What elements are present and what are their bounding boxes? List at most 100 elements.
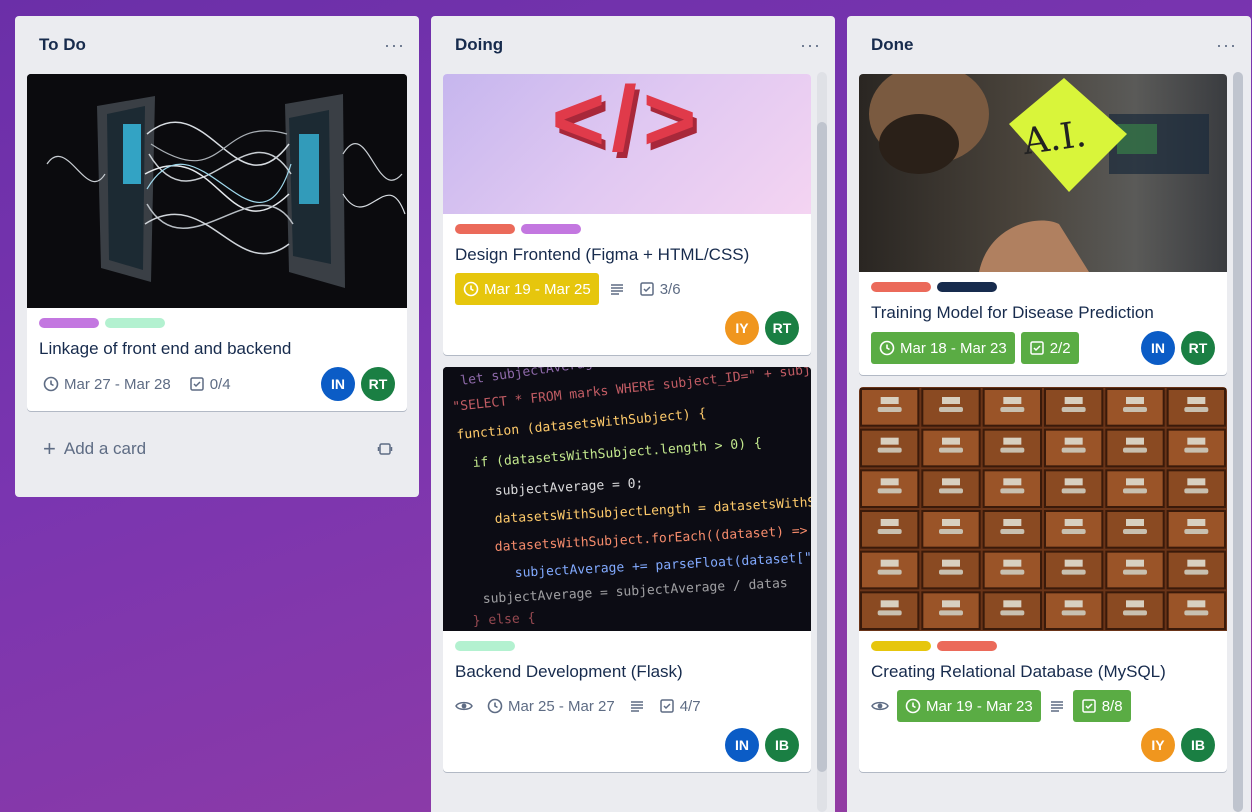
card-title: Backend Development (Flask): [455, 662, 683, 681]
card-members: IN IB: [725, 728, 799, 762]
due-date-text: Mar 27 - Mar 28: [64, 375, 171, 393]
list-doing: Doing ··· </> Design Frontend (Figma + H…: [431, 16, 835, 812]
due-date-badge[interactable]: Mar 19 - Mar 25: [455, 273, 599, 305]
card-members: IY IB: [1141, 728, 1215, 762]
checklist-badge: 2/2: [1020, 332, 1079, 364]
checklist-icon: [189, 377, 204, 391]
label-red[interactable]: [871, 282, 931, 292]
code-screen-image: let subjectAverage; "SELECT * FROM marks…: [443, 367, 811, 631]
checklist-badge: 8/8: [1072, 690, 1131, 722]
card-title: Linkage of front end and backend: [39, 339, 292, 358]
checklist-count: 0/4: [209, 375, 231, 393]
clock-icon: [487, 698, 503, 714]
add-card-button[interactable]: + Add a card: [15, 423, 419, 475]
card-members: IN RT: [321, 367, 395, 401]
checklist-icon: [659, 699, 674, 713]
due-date-text: Mar 19 - Mar 23: [926, 697, 1033, 715]
checklist-icon: [1029, 341, 1044, 355]
card-cover-image: let subjectAverage; "SELECT * FROM marks…: [443, 367, 811, 631]
card-linkage[interactable]: Linkage of front end and backend Mar 27 …: [27, 74, 407, 411]
due-date-badge[interactable]: Mar 27 - Mar 28: [39, 368, 175, 400]
card-title: Creating Relational Database (MySQL): [871, 662, 1166, 681]
cables-image: [27, 74, 407, 308]
list-title[interactable]: Done: [871, 35, 914, 55]
checklist-count: 8/8: [1101, 697, 1123, 715]
card-members: IY RT: [725, 311, 799, 345]
card-design[interactable]: </> Design Frontend (Figma + HTML/CSS) M…: [443, 74, 811, 355]
checklist-badge: 0/4: [185, 368, 235, 400]
card-labels: [455, 224, 799, 234]
list-menu-button[interactable]: ···: [1216, 35, 1237, 56]
list-title[interactable]: To Do: [39, 35, 86, 55]
card-title: Design Frontend (Figma + HTML/CSS): [455, 245, 750, 264]
avatar[interactable]: IN: [1141, 331, 1175, 365]
card-body: Backend Development (Flask) Mar 25 - Mar…: [443, 631, 811, 772]
list-title[interactable]: Doing: [455, 35, 503, 55]
label-purple[interactable]: [39, 318, 99, 328]
clock-icon: [43, 376, 59, 392]
card-body: Creating Relational Database (MySQL) Mar…: [859, 631, 1227, 772]
plus-icon: +: [43, 436, 56, 461]
due-date-badge[interactable]: Mar 25 - Mar 27: [483, 690, 619, 722]
label-red[interactable]: [937, 641, 997, 651]
card-training[interactable]: A.I. Training Model for Disease Predicti…: [859, 74, 1227, 375]
avatar[interactable]: IN: [321, 367, 355, 401]
list-todo: To Do ··· Linkage of front end and backe…: [15, 16, 419, 497]
label-red[interactable]: [455, 224, 515, 234]
card-members-row: IY IB: [871, 728, 1215, 762]
label-purple[interactable]: [521, 224, 581, 234]
card-container: Linkage of front end and backend Mar 27 …: [15, 74, 419, 411]
template-icon[interactable]: [377, 441, 393, 457]
eye-icon: [455, 701, 473, 711]
card-catalog-image: [860, 388, 1226, 630]
list-header: Done ···: [847, 16, 1251, 74]
card-cover-image: [859, 387, 1227, 631]
card-container: A.I. Training Model for Disease Predicti…: [847, 74, 1239, 772]
list-header: Doing ···: [431, 16, 835, 74]
list-done: Done ··· A.I. Training Model for Disease…: [847, 16, 1251, 812]
card-cover-image: [27, 74, 407, 308]
card-members: IN RT: [1141, 331, 1215, 365]
avatar[interactable]: RT: [1181, 331, 1215, 365]
description-icon: [630, 701, 643, 712]
list-header: To Do ···: [15, 16, 419, 74]
card-container: </> Design Frontend (Figma + HTML/CSS) M…: [431, 74, 823, 772]
due-date-badge[interactable]: Mar 18 - Mar 23: [871, 332, 1015, 364]
card-cover-image: </>: [443, 74, 811, 214]
due-date-badge[interactable]: Mar 19 - Mar 23: [897, 690, 1041, 722]
description-icon: [610, 284, 623, 295]
avatar[interactable]: IY: [1141, 728, 1175, 762]
checklist-icon: [639, 282, 654, 296]
card-body: Design Frontend (Figma + HTML/CSS) Mar 1…: [443, 214, 811, 355]
avatar[interactable]: RT: [361, 367, 395, 401]
eye-icon: [871, 701, 889, 711]
board: To Do ··· Linkage of front end and backe…: [0, 0, 1252, 812]
card-body: Linkage of front end and backend Mar 27 …: [27, 308, 407, 411]
label-navy[interactable]: [937, 282, 997, 292]
label-green[interactable]: [105, 318, 165, 328]
avatar[interactable]: IN: [725, 728, 759, 762]
checklist-badge: 3/6: [635, 273, 685, 305]
label-yellow[interactable]: [871, 641, 931, 651]
list-menu-button[interactable]: ···: [800, 35, 821, 56]
card-labels: [39, 318, 395, 328]
list-menu-button[interactable]: ···: [384, 35, 405, 56]
card-badges: Mar 27 - Mar 28 0/4 IN RT: [39, 367, 395, 401]
due-date-text: Mar 18 - Mar 23: [900, 339, 1007, 357]
card-database[interactable]: Creating Relational Database (MySQL) Mar…: [859, 387, 1227, 772]
card-badges: Mar 18 - Mar 23 2/2 IN RT: [871, 331, 1215, 365]
checklist-badge: 4/7: [655, 690, 705, 722]
label-green[interactable]: [455, 641, 515, 651]
card-labels: [455, 641, 799, 651]
ai-note-image: [869, 74, 1209, 272]
avatar[interactable]: IY: [725, 311, 759, 345]
card-members-row: IY RT: [455, 311, 799, 345]
card-backend[interactable]: let subjectAverage; "SELECT * FROM marks…: [443, 367, 811, 772]
avatar[interactable]: RT: [765, 311, 799, 345]
card-labels: [871, 641, 1215, 651]
avatar[interactable]: IB: [1181, 728, 1215, 762]
add-card-label: Add a card: [63, 439, 147, 458]
description-icon: [1050, 701, 1063, 712]
avatar[interactable]: IB: [765, 728, 799, 762]
card-title: Training Model for Disease Prediction: [871, 303, 1154, 322]
